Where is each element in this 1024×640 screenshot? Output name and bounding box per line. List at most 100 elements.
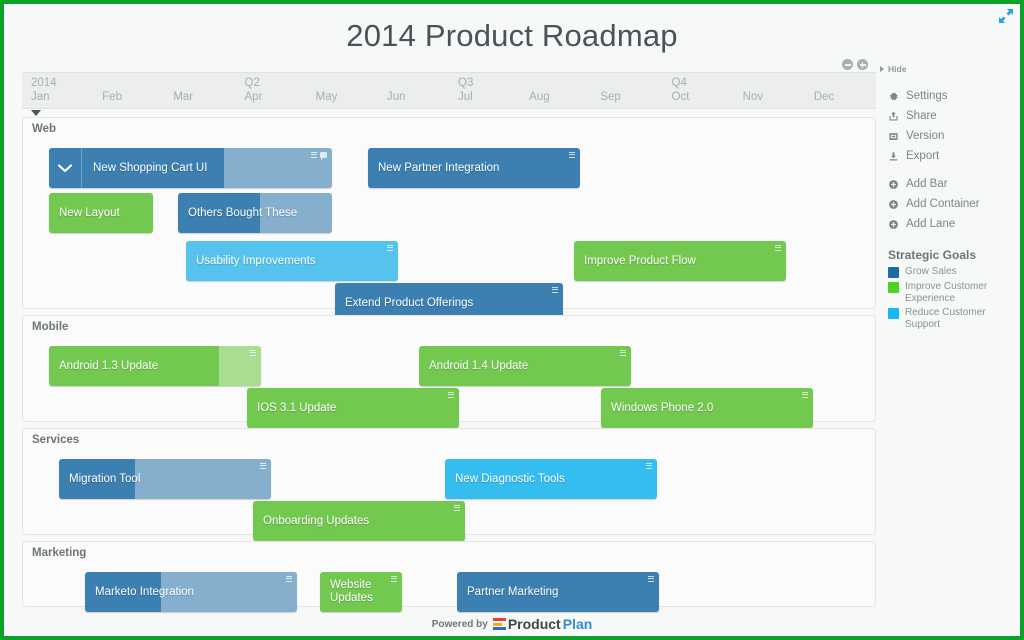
- productplan-mark-icon: [493, 618, 506, 630]
- bar-label: Partner Marketing: [467, 572, 653, 612]
- bar-label: New Shopping Cart UI: [93, 148, 326, 188]
- lane-title: Mobile: [32, 321, 68, 333]
- roadmap-bar[interactable]: Improve Product Flow: [574, 241, 786, 281]
- roadmap-board: 2014JanFebMarQ2AprMayJunQ3JulAugSepQ4Oct…: [22, 72, 876, 612]
- timeline-header: 2014JanFebMarQ2AprMayJunQ3JulAugSepQ4Oct…: [22, 72, 876, 109]
- list-icon: [448, 392, 454, 398]
- panel-item-label: Version: [906, 130, 944, 142]
- lane-services[interactable]: Services Migration Tool New Diagnostic Too…: [22, 428, 876, 535]
- panel-item-export[interactable]: Export: [880, 146, 1020, 166]
- roadmap-bar[interactable]: Android 1.3 Update: [49, 346, 261, 386]
- list-icon: [620, 350, 626, 356]
- comment-icon: [320, 152, 327, 158]
- brand-first: Product: [508, 616, 561, 632]
- panel-item-share[interactable]: Share: [880, 106, 1020, 126]
- quarter-label: Q4: [672, 77, 687, 89]
- roadmap-bar[interactable]: IOS 3.1 Update: [247, 388, 459, 428]
- panel-item-add-lane[interactable]: Add Lane: [880, 214, 1020, 234]
- roadmap-bar[interactable]: Usability Improvements: [186, 241, 398, 281]
- list-icon: [311, 152, 317, 158]
- roadmap-bar[interactable]: Others Bought These: [178, 193, 332, 233]
- roadmap-bar[interactable]: Partner Marketing: [457, 572, 659, 612]
- roadmap-bar[interactable]: Marketo Integration: [85, 572, 297, 612]
- bar-label: Usability Improvements: [196, 241, 392, 281]
- roadmap-bar[interactable]: New Partner Integration: [368, 148, 580, 188]
- panel-item-add-bar[interactable]: Add Bar: [880, 174, 1020, 194]
- gear-icon: [888, 91, 899, 102]
- lane-title: Marketing: [32, 547, 86, 559]
- lane-mobile[interactable]: Mobile Android 1.3 Update Android 1.4 Upda…: [22, 315, 876, 422]
- list-icon: [569, 152, 575, 158]
- list-icon: [391, 576, 397, 582]
- bar-icons: [569, 152, 575, 158]
- plus-circle-icon: [888, 199, 899, 210]
- today-marker-icon: [31, 110, 41, 116]
- roadmap-bar[interactable]: New Diagnostic Tools: [445, 459, 657, 499]
- panel-item-version[interactable]: Version: [880, 126, 1020, 146]
- roadmap-bar[interactable]: Windows Phone 2.0: [601, 388, 813, 428]
- lane-marketing[interactable]: MarketingMarketo IntegrationWebsite Upda…: [22, 541, 876, 607]
- lane-title: Web: [32, 123, 56, 135]
- lane-title: Services: [32, 434, 79, 446]
- lanes-container: Web New Shopping Cart UI New Partner Integ…: [22, 117, 876, 613]
- roadmap-bar[interactable]: Android 1.4 Update: [419, 346, 631, 386]
- bar-icons: [311, 152, 327, 158]
- goal-legend-item[interactable]: Improve Customer Experience: [880, 281, 1020, 304]
- panel-item-add-container[interactable]: Add Container: [880, 194, 1020, 214]
- roadmap-bar[interactable]: Website Updates: [320, 572, 402, 612]
- bar-icons: [775, 245, 781, 251]
- export-icon: [888, 151, 899, 162]
- bar-icons: [387, 245, 393, 251]
- bar-icons: [552, 287, 558, 293]
- panel-item-label: Settings: [906, 90, 948, 102]
- roadmap-bar[interactable]: Migration Tool: [59, 459, 271, 499]
- bar-label: IOS 3.1 Update: [257, 388, 453, 428]
- plus-circle-icon: [888, 179, 899, 190]
- panel-item-label: Add Container: [906, 198, 980, 210]
- panel-item-settings[interactable]: Settings: [880, 86, 1020, 106]
- goal-label: Reduce Customer Support: [905, 307, 1020, 330]
- strategic-goals-title: Strategic Goals: [888, 248, 1020, 262]
- month-label: Jan: [31, 91, 50, 103]
- bar-label: Others Bought These: [188, 193, 326, 233]
- zoom-in-button[interactable]: [857, 59, 868, 70]
- month-label: Feb: [102, 91, 122, 103]
- goal-label: Grow Sales: [905, 266, 957, 278]
- list-icon: [552, 287, 558, 293]
- page-title: 2014 Product Roadmap: [4, 18, 1020, 54]
- hide-panel-button[interactable]: Hide: [880, 64, 1020, 74]
- list-icon: [286, 576, 292, 582]
- bar-icons: [391, 576, 397, 582]
- share-icon: [888, 111, 899, 122]
- bar-label: Android 1.3 Update: [59, 346, 255, 386]
- panel-add-actions: Add Bar Add Container Add Lane: [880, 174, 1020, 234]
- list-icon: [454, 505, 460, 511]
- roadmap-bar[interactable]: New Layout: [49, 193, 153, 233]
- bar-label: Website Updates: [330, 572, 396, 612]
- version-icon: [888, 131, 899, 142]
- roadmap-bar[interactable]: New Shopping Cart UI: [49, 148, 332, 188]
- bar-label: New Layout: [59, 193, 147, 233]
- brand-second: Plan: [563, 616, 593, 632]
- month-label: Nov: [743, 91, 763, 103]
- goal-legend-item[interactable]: Reduce Customer Support: [880, 307, 1020, 330]
- zoom-out-button[interactable]: [842, 59, 853, 70]
- chevron-down-icon[interactable]: [49, 148, 82, 188]
- goal-legend-item[interactable]: Grow Sales: [880, 266, 1020, 278]
- month-label: Oct: [672, 91, 690, 103]
- panel-actions: Settings Share Version Export: [880, 86, 1020, 166]
- productplan-logo-icon[interactable]: ProductPlan: [493, 616, 592, 632]
- goal-color-swatch: [888, 308, 899, 319]
- bar-label: Windows Phone 2.0: [611, 388, 807, 428]
- lane-bars: Migration ToolNew Diagnostic ToolsOnboar…: [23, 449, 875, 534]
- lane-bars: New Shopping Cart UI New Partner Integrat…: [23, 138, 875, 308]
- quarter-label: Q2: [245, 77, 260, 89]
- bar-icons: [250, 350, 256, 356]
- goal-color-swatch: [888, 267, 899, 278]
- bar-label: Marketo Integration: [95, 572, 291, 612]
- lane-web[interactable]: Web New Shopping Cart UI New Partner Integ…: [22, 117, 876, 309]
- zoom-controls: [842, 59, 868, 70]
- powered-by-label: Powered by: [432, 619, 488, 630]
- roadmap-bar[interactable]: Onboarding Updates: [253, 501, 465, 541]
- bar-label: Migration Tool: [69, 459, 265, 499]
